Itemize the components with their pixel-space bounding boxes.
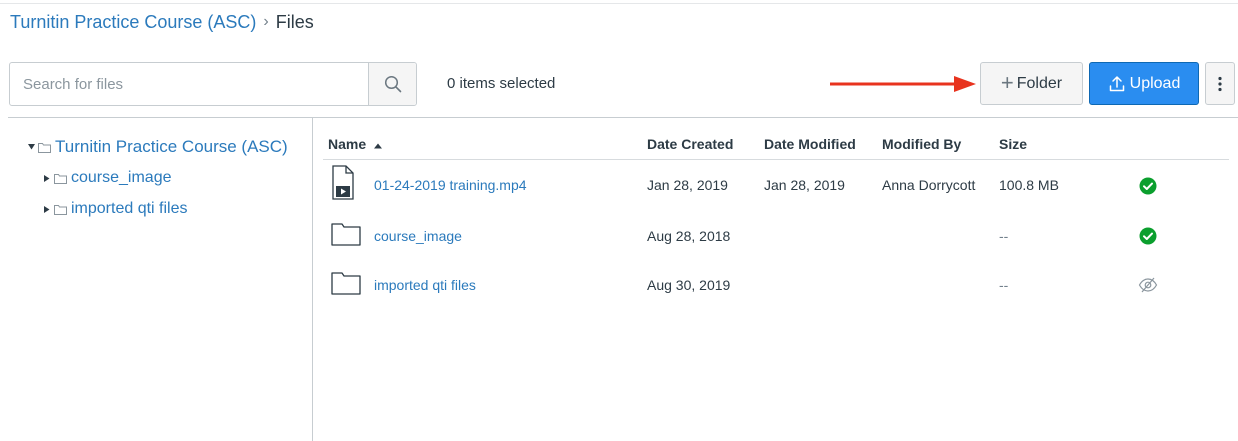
tree-item-imported-qti-files[interactable]: imported qti files [44, 197, 288, 221]
more-options-button[interactable] [1205, 62, 1235, 105]
column-header-size[interactable]: Size [999, 136, 1027, 152]
tree-item-course-image[interactable]: course_image [44, 166, 288, 190]
folder-tree: Turnitin Practice Course (ASC) course_im… [28, 135, 288, 221]
column-header-date-created[interactable]: Date Created [647, 136, 733, 152]
breadcrumb-current: Files [275, 12, 314, 32]
modified-by-cell: Anna Dorrycott [882, 177, 976, 193]
size-cell: 100.8 MB [999, 177, 1059, 193]
top-border [0, 3, 1238, 4]
breadcrumb: Turnitin Practice Course (ASC) › Files [10, 10, 314, 34]
sort-ascending-icon [374, 143, 383, 149]
folder-name-link[interactable]: course_image [374, 228, 462, 244]
breadcrumb-course-link[interactable]: Turnitin Practice Course (ASC) [10, 10, 256, 34]
upload-icon [1109, 75, 1124, 91]
size-cell: -- [999, 277, 1009, 293]
date-modified-cell: Jan 28, 2019 [764, 177, 845, 193]
size-cell: -- [999, 228, 1009, 244]
table-header-rule [323, 159, 1229, 160]
red-arrow-icon [830, 76, 976, 92]
upload-label: Upload [1129, 74, 1181, 92]
tree-item-root[interactable]: Turnitin Practice Course (ASC) [28, 135, 288, 159]
plus-icon: + [1000, 69, 1014, 95]
triangle-down-icon[interactable] [28, 144, 38, 150]
date-created-cell: Aug 30, 2019 [647, 277, 731, 293]
kebab-menu-icon [1218, 76, 1222, 91]
add-folder-label: Folder [1016, 74, 1063, 92]
tree-item-label: course_image [71, 169, 172, 186]
video-file-icon [332, 165, 354, 200]
tree-item-label: imported qti files [71, 200, 188, 217]
folder-icon [54, 204, 67, 215]
selected-count: 0 items selected [447, 75, 556, 92]
eye-hidden-icon[interactable] [1138, 276, 1158, 294]
date-created-cell: Jan 28, 2019 [647, 177, 728, 193]
folder-icon [38, 142, 51, 153]
published-check-icon[interactable] [1139, 177, 1157, 195]
search-button[interactable] [368, 63, 416, 105]
column-header-modified-by[interactable]: Modified By [882, 136, 961, 152]
file-name-link[interactable]: 01-24-2019 training.mp4 [374, 177, 527, 193]
folder-name-link[interactable]: imported qti files [374, 277, 476, 293]
date-created-cell: Aug 28, 2018 [647, 228, 731, 244]
breadcrumb-separator: › [263, 13, 269, 30]
tree-item-label: Turnitin Practice Course (ASC) [55, 137, 288, 156]
folder-icon [54, 173, 67, 184]
search-input[interactable] [10, 63, 368, 105]
column-header-name[interactable]: Name [328, 136, 383, 152]
folder-icon [331, 223, 361, 246]
column-header-name-label: Name [328, 136, 367, 152]
toolbar-divider [8, 117, 1238, 118]
column-header-date-modified[interactable]: Date Modified [764, 136, 856, 152]
triangle-right-icon[interactable] [44, 205, 54, 213]
published-check-icon[interactable] [1139, 227, 1157, 245]
search-icon [384, 75, 401, 93]
search-box [9, 62, 417, 106]
upload-button[interactable]: Upload [1089, 62, 1199, 105]
add-folder-button[interactable]: + Folder [980, 62, 1083, 105]
pane-divider [312, 118, 313, 441]
triangle-right-icon[interactable] [44, 174, 54, 182]
folder-icon [331, 272, 361, 295]
